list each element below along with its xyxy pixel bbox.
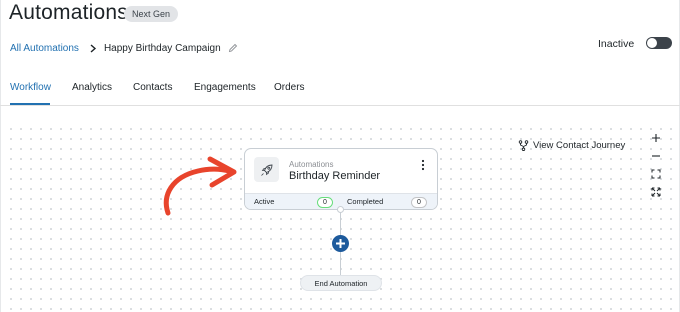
zoom-in-icon[interactable]: [648, 130, 664, 146]
breadcrumb-current: Happy Birthday Campaign: [103, 42, 221, 54]
tab-bar: Workflow Analytics Contacts Engagements …: [0, 74, 680, 106]
view-contact-journey-label: View Contact Journey: [533, 140, 626, 151]
edit-pencil-icon[interactable]: [228, 43, 238, 53]
breadcrumb: All Automations Happy Birthday Campaign: [10, 41, 238, 55]
automation-status-toggle[interactable]: [646, 37, 672, 49]
chevron-right-icon: [88, 43, 98, 53]
node-output-handle[interactable]: [337, 206, 344, 213]
tab-engagements[interactable]: Engagements: [194, 82, 256, 93]
annotation-arrow-icon: [163, 156, 237, 216]
node-category: Automations: [289, 160, 334, 169]
add-step-button[interactable]: [332, 235, 349, 252]
view-contact-journey-button[interactable]: View Contact Journey: [518, 140, 625, 151]
active-tab-indicator: [10, 103, 50, 105]
tab-contacts[interactable]: Contacts: [133, 82, 172, 93]
breadcrumb-all-automations-link[interactable]: All Automations: [10, 43, 79, 54]
end-automation-node: End Automation: [300, 275, 382, 291]
fit-view-icon[interactable]: [648, 166, 664, 182]
zoom-out-icon[interactable]: [648, 148, 664, 164]
completed-label: Completed: [347, 197, 384, 206]
more-options-icon[interactable]: [419, 159, 427, 171]
tab-analytics[interactable]: Analytics: [72, 82, 112, 93]
node-title: Birthday Reminder: [289, 170, 381, 182]
tab-workflow[interactable]: Workflow: [10, 82, 51, 93]
toggle-knob: [647, 38, 657, 48]
automation-node-card[interactable]: Automations Birthday Reminder Active 0 C…: [244, 148, 438, 210]
completed-count-badge: 0: [411, 197, 427, 208]
active-count-badge: 0: [317, 197, 333, 208]
tab-orders[interactable]: Orders: [274, 82, 305, 93]
rocket-icon: [254, 157, 279, 182]
plus-icon: [336, 239, 345, 248]
active-label: Active: [254, 197, 275, 206]
fullscreen-icon[interactable]: [648, 184, 664, 200]
page-title: Automations: [9, 1, 128, 24]
automation-status-label: Inactive: [598, 38, 635, 50]
next-gen-badge: Next Gen: [124, 6, 179, 22]
journey-branch-icon: [518, 140, 529, 151]
